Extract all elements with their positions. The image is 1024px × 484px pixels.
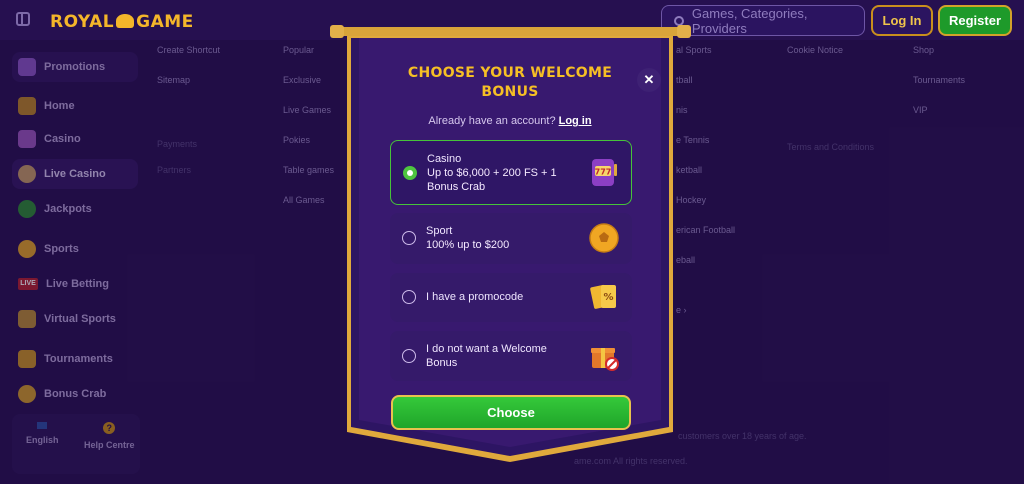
option-text: I do not want a Welcome Bonus — [426, 342, 547, 370]
logo-text-right: GAME — [136, 12, 194, 32]
modal-title: CHOOSE YOUR WELCOME BONUS — [345, 64, 675, 102]
radio-selected[interactable] — [403, 166, 417, 180]
bonus-option-casino[interactable]: Casino Up to $6,000 + 200 FS + 1 Bonus C… — [390, 140, 632, 205]
option-detail: Bonus — [426, 357, 458, 369]
slot-777-icon: 777 — [592, 159, 617, 186]
option-text: Casino Up to $6,000 + 200 FS + 1 Bonus C… — [427, 152, 557, 194]
soccer-ball-icon — [589, 223, 619, 253]
bonus-option-no-bonus[interactable]: I do not want a Welcome Bonus — [390, 331, 632, 381]
option-detail: Up to $6,000 + 200 FS + 1 — [427, 167, 557, 179]
promo-tickets-icon: % — [590, 284, 616, 309]
radio-unselected[interactable] — [402, 290, 416, 304]
search-icon — [674, 15, 684, 26]
close-button[interactable]: ✕ — [637, 68, 661, 92]
rod-knob-left — [330, 25, 344, 38]
register-button[interactable]: Register — [938, 5, 1012, 36]
rod-knob-right — [677, 25, 691, 38]
option-title: Casino — [427, 153, 462, 165]
radio-unselected[interactable] — [402, 231, 416, 245]
search-input[interactable]: Games, Categories, Providers — [661, 5, 865, 36]
choose-button[interactable]: Choose — [391, 395, 631, 430]
option-title: Sport — [426, 225, 453, 237]
bonus-option-sport[interactable]: Sport 100% up to $200 — [390, 213, 632, 264]
royal-game-logo[interactable]: ROYAL GAME — [50, 12, 194, 32]
option-title: I have a promocode — [426, 291, 524, 303]
option-detail: 100% up to $200 — [426, 239, 510, 251]
welcome-bonus-modal: CHOOSE YOUR WELCOME BONUS ✕ Already have… — [345, 34, 675, 464]
option-text: Sport 100% up to $200 — [426, 224, 509, 252]
sidebar-toggle-icon[interactable] — [16, 12, 30, 26]
option-title: I do not want a Welcome — [426, 343, 547, 355]
crown-icon — [116, 14, 135, 28]
account-prompt: Already have an account? Log in — [345, 115, 675, 127]
login-link[interactable]: Log in — [559, 115, 592, 127]
title-line: CHOOSE YOUR WELCOME — [407, 65, 613, 81]
search-placeholder: Games, Categories, Providers — [691, 5, 808, 36]
option-detail: Bonus Crab — [427, 181, 486, 193]
svg-text:777: 777 — [595, 168, 612, 177]
svg-text:%: % — [603, 292, 613, 303]
radio-unselected[interactable] — [402, 349, 416, 363]
bonus-option-promocode[interactable]: I have a promocode % — [390, 273, 632, 322]
account-prompt-text: Already have an account? — [428, 115, 556, 127]
option-text: I have a promocode — [426, 290, 523, 304]
login-button[interactable]: Log In — [871, 5, 933, 36]
no-gift-icon — [591, 348, 619, 371]
logo-text-left: ROYAL — [50, 12, 115, 32]
title-line: BONUS — [481, 84, 539, 100]
